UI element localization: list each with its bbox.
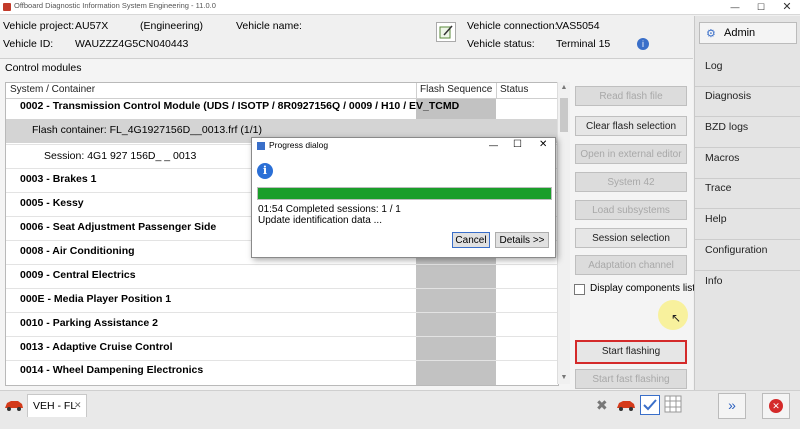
cancel-button[interactable]: Cancel [452, 232, 490, 248]
column-header-status[interactable]: Status [500, 84, 528, 95]
vehicle-status-value: Terminal 15 [556, 38, 611, 50]
progress-bar [257, 187, 552, 200]
nav-item-bzd-logs[interactable]: BZD logs [705, 121, 748, 133]
table-scrollbar[interactable]: ▲ ▼ [557, 82, 570, 384]
nav-item-macros[interactable]: Macros [705, 152, 739, 164]
start-fast-flashing-button[interactable]: Start fast flashing [575, 369, 687, 389]
mouse-cursor-icon: ↖ [671, 311, 682, 325]
table-row[interactable]: 0010 - Parking Assistance 2 [6, 312, 416, 336]
checklist-icon[interactable] [640, 395, 660, 415]
edit-note-icon[interactable] [436, 22, 456, 42]
vehicle-project-value: AU57X [75, 20, 109, 32]
engineering-mode-label: (Engineering) [140, 20, 204, 32]
vehicle-name-label: Vehicle name: [236, 20, 302, 32]
status-line: 01:54 Completed sessions: 1 / 1 [258, 204, 401, 215]
vehicle-connection-value: VAS5054 [556, 20, 600, 32]
scroll-up-icon[interactable]: ▲ [558, 82, 570, 94]
dialog-close-button[interactable]: ✕ [539, 139, 547, 150]
table-row[interactable]: 0014 - Wheel Dampening Electronics [6, 359, 416, 383]
scroll-down-icon[interactable]: ▼ [558, 372, 570, 384]
tab-veh-fl[interactable]: VEH - FL ✕ [27, 394, 87, 417]
close-window-button[interactable]: ✕ [774, 0, 800, 14]
dialog-app-icon [257, 142, 265, 150]
adaptation-channel-button[interactable]: Adaptation channel [575, 255, 687, 275]
info-icon: i [257, 163, 273, 179]
start-flashing-button[interactable]: Start flashing [575, 340, 687, 364]
section-title: Control modules [5, 62, 82, 74]
dialog-minimize-button[interactable]: — [489, 140, 498, 150]
vehicle-status-label: Vehicle status: [467, 38, 535, 50]
load-subsystems-button[interactable]: Load subsystems [575, 200, 687, 220]
vehicle-project-label: Vehicle project: [3, 20, 75, 32]
table-row[interactable]: 0009 - Central Electrics [6, 264, 416, 288]
open-external-editor-button[interactable]: Open in external editor [575, 144, 687, 164]
window-title: Offboard Diagnostic Information System E… [14, 1, 216, 10]
read-flash-file-button[interactable]: Read flash file [575, 86, 687, 106]
vehicle-connection-label: Vehicle connection: [467, 20, 558, 32]
bottom-bar: VEH - FL ✕ ✖ » ✕ [0, 390, 800, 429]
title-bar: Offboard Diagnostic Information System E… [0, 0, 800, 15]
dialog-title-bar: Progress dialog — ☐ ✕ [252, 138, 555, 154]
nav-item-configuration[interactable]: Configuration [705, 244, 767, 256]
column-header-system[interactable]: System / Container [10, 84, 95, 95]
nav-item-info[interactable]: Info [705, 275, 723, 287]
system42-button[interactable]: System 42 [575, 172, 687, 192]
details-button[interactable]: Details >> [495, 232, 549, 248]
tools-icon[interactable]: ✖ [596, 397, 608, 414]
dialog-title: Progress dialog [269, 140, 329, 150]
side-navigation: ⚙ Admin Log Diagnosis BZD logs Macros Tr… [694, 16, 800, 390]
status-info-icon[interactable]: i [637, 38, 649, 50]
nav-item-diagnosis[interactable]: Diagnosis [705, 90, 751, 102]
display-components-list-checkbox[interactable] [574, 284, 585, 295]
table-row[interactable]: 0002 - Transmission Control Module (UDS … [6, 95, 459, 119]
app-icon [3, 3, 11, 11]
tab-close-icon[interactable]: ✕ [74, 400, 82, 411]
progress-fill [258, 188, 551, 199]
clear-flash-selection-button[interactable]: Clear flash selection [575, 116, 687, 136]
double-chevron-right-icon: » [728, 397, 736, 413]
admin-button[interactable]: ⚙ Admin [699, 22, 797, 44]
dialog-maximize-button[interactable]: ☐ [513, 139, 522, 150]
progress-dialog: Progress dialog — ☐ ✕ i 01:54 Completed … [251, 137, 556, 258]
column-header-flash-sequence[interactable]: Flash Sequence [420, 84, 492, 95]
admin-icon: ⚙ [706, 28, 716, 40]
vehicle-id-label: Vehicle ID: [3, 38, 54, 50]
nav-item-log[interactable]: Log [705, 60, 723, 72]
vehicle-icon[interactable] [616, 399, 636, 414]
vehicle-id-value: WAUZZZ4G5CN040443 [75, 38, 189, 50]
forward-button[interactable]: » [718, 393, 746, 419]
session-selection-button[interactable]: Session selection [575, 228, 687, 248]
exit-button[interactable]: ✕ [762, 393, 790, 419]
nav-item-help[interactable]: Help [705, 213, 727, 225]
car-icon[interactable] [4, 399, 24, 414]
table-row[interactable]: 000E - Media Player Position 1 [6, 288, 416, 312]
detail-line: Update identification data ... [258, 215, 382, 226]
display-components-list-label: Display components list [590, 283, 696, 294]
exit-icon: ✕ [769, 399, 783, 413]
table-row[interactable]: 0013 - Adaptive Cruise Control [6, 336, 416, 360]
scroll-thumb[interactable] [560, 98, 568, 132]
nav-item-trace[interactable]: Trace [705, 182, 731, 194]
minimize-button[interactable]: — [722, 0, 748, 14]
maximize-button[interactable]: ☐ [748, 0, 774, 14]
grid-icon[interactable] [664, 395, 682, 416]
